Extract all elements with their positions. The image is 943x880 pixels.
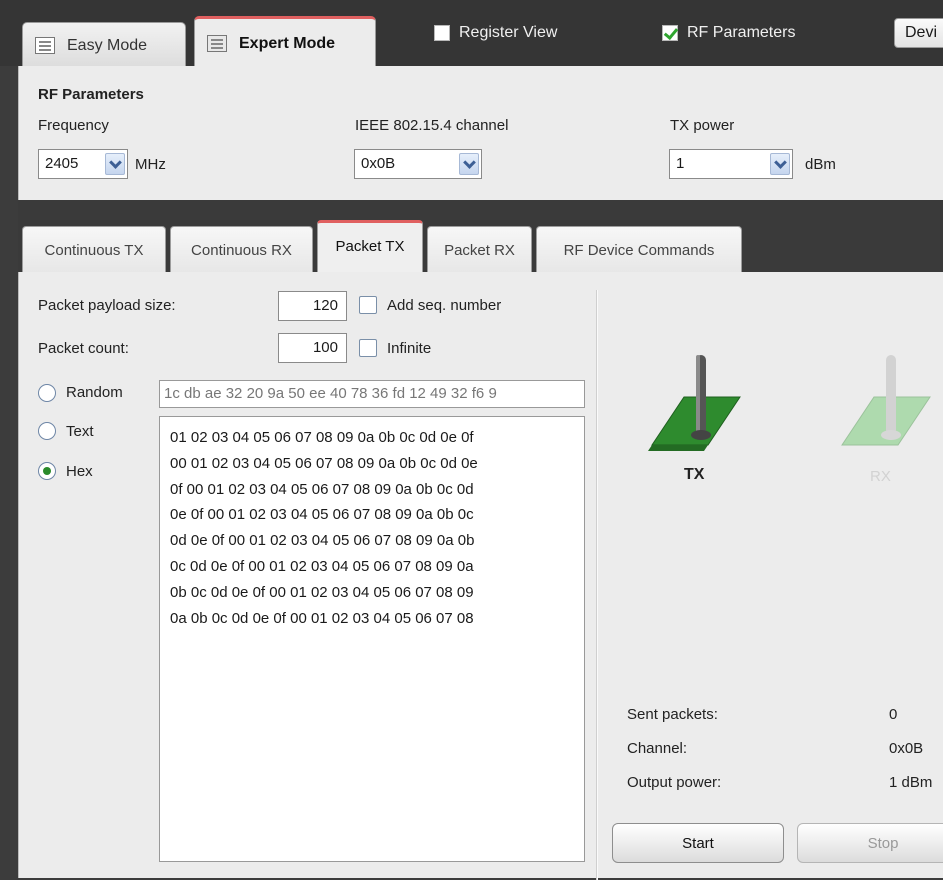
radio-random[interactable]	[38, 384, 56, 402]
channel-select[interactable]: 0x0B	[354, 149, 482, 179]
rf-parameters-checkbox[interactable]	[662, 25, 678, 41]
packet-count-label: Packet count:	[38, 340, 129, 357]
channel-stat-label: Channel:	[627, 740, 688, 757]
infinite-label: Infinite	[387, 340, 432, 357]
rx-switch-icon[interactable]	[841, 355, 931, 446]
channel-label: IEEE 802.15.4 channel	[355, 117, 509, 134]
radio-random-label: Random	[66, 384, 123, 401]
hex-line: 0e 0f 00 01 02 03 04 05 06 07 08 09 0a 0…	[170, 506, 474, 524]
expert-mode-icon	[207, 35, 227, 52]
frequency-select[interactable]: 2405	[38, 149, 128, 179]
hex-line: 0b 0c 0d 0e 0f 00 01 02 03 04 05 06 07 0…	[170, 583, 474, 601]
radio-text[interactable]	[38, 422, 56, 440]
tab-packet-tx[interactable]: Packet TX	[317, 220, 423, 274]
hex-line: 0a 0b 0c 0d 0e 0f 00 01 02 03 04 05 06 0…	[170, 609, 474, 627]
hex-line: 0d 0e 0f 00 01 02 03 04 05 06 07 08 09 0…	[170, 532, 475, 550]
rf-parameters-title: RF Parameters	[38, 86, 144, 103]
register-view-checkbox[interactable]	[434, 25, 450, 41]
radio-hex[interactable]	[38, 462, 56, 480]
packet-count-input[interactable]: 100	[278, 333, 347, 363]
output-power-value: 1 dBm	[889, 774, 933, 791]
rf-parameters-toggle[interactable]: RF Parameters	[662, 24, 795, 42]
add-seq-number-checkbox[interactable]	[359, 296, 377, 314]
frequency-label: Frequency	[38, 117, 109, 134]
random-payload-field[interactable]: 1c db ae 32 20 9a 50 ee 40 78 36 fd 12 4…	[159, 380, 585, 408]
device-button[interactable]: Devi	[894, 18, 943, 48]
rx-switch-label: RX	[870, 468, 891, 485]
tx-rx-switch[interactable]	[630, 345, 943, 505]
start-button[interactable]: Start	[612, 823, 784, 863]
tab-easy-mode-label: Easy Mode	[67, 36, 148, 54]
hex-line: 01 02 03 04 05 06 07 08 09 0a 0b 0c 0d 0…	[170, 429, 474, 446]
tab-continuous-rx[interactable]: Continuous RX	[170, 226, 313, 272]
tx-power-value: 1	[676, 155, 685, 172]
frequency-unit: MHz	[135, 156, 166, 173]
payload-size-input[interactable]: 120	[278, 291, 347, 321]
register-view-toggle[interactable]: Register View	[434, 24, 557, 42]
chevron-down-icon[interactable]	[770, 153, 790, 175]
tx-power-unit: dBm	[805, 156, 836, 173]
tx-power-label: TX power	[670, 117, 735, 134]
mode-tab-bar: Easy Mode Expert Mode Register View RF P…	[0, 0, 943, 68]
infinite-checkbox[interactable]	[359, 339, 377, 357]
tab-easy-mode[interactable]: Easy Mode	[22, 22, 186, 68]
hex-line: 0f 00 01 02 03 04 05 06 07 08 09 0a 0b 0…	[170, 480, 474, 498]
radio-text-label: Text	[66, 423, 94, 440]
chevron-down-icon[interactable]	[459, 153, 479, 175]
hex-line: 00 01 02 03 04 05 06 07 08 09 0a 0b 0c 0…	[170, 454, 478, 472]
payload-size-label: Packet payload size:	[38, 297, 176, 314]
tx-switch-label: TX	[684, 466, 705, 483]
frequency-value: 2405	[45, 155, 79, 172]
easy-mode-icon	[35, 37, 55, 54]
radio-hex-label: Hex	[66, 463, 93, 480]
stop-button[interactable]: Stop	[797, 823, 943, 863]
add-seq-number-label: Add seq. number	[387, 297, 502, 314]
channel-value: 0x0B	[361, 155, 396, 172]
channel-stat-value: 0x0B	[889, 740, 924, 757]
tab-expert-mode[interactable]: Expert Mode	[194, 16, 376, 68]
tx-switch-icon[interactable]	[648, 355, 741, 451]
rf-parameters-toggle-label: RF Parameters	[687, 24, 796, 41]
panel-divider	[596, 290, 598, 880]
sent-packets-label: Sent packets:	[627, 706, 718, 723]
hex-payload-textarea[interactable]: 01 02 03 04 05 06 07 08 09 0a 0b 0c 0d 0…	[159, 416, 585, 862]
tab-continuous-tx[interactable]: Continuous TX	[22, 226, 166, 272]
sent-packets-value: 0	[889, 706, 898, 723]
register-view-label: Register View	[459, 24, 558, 41]
hex-line: 0c 0d 0e 0f 00 01 02 03 04 05 06 07 08 0…	[170, 557, 474, 575]
chevron-down-icon[interactable]	[105, 153, 125, 175]
tx-power-select[interactable]: 1	[669, 149, 793, 179]
output-power-label: Output power:	[627, 774, 722, 791]
tab-rf-device-commands[interactable]: RF Device Commands	[536, 226, 742, 272]
tab-expert-mode-label: Expert Mode	[239, 34, 336, 52]
tab-packet-rx[interactable]: Packet RX	[427, 226, 532, 272]
